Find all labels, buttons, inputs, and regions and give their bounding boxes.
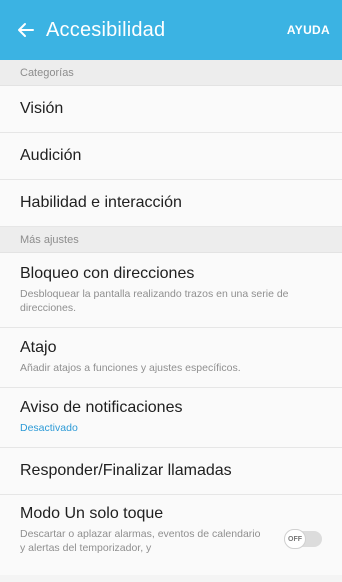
toggle-switch[interactable]: OFF <box>284 529 322 549</box>
setting-label: Bloqueo con direcciones <box>20 264 195 282</box>
page-title: Accesibilidad <box>46 18 166 41</box>
setting-item-modo[interactable]: Modo Un solo toque Descartar o aplazar a… <box>0 495 342 575</box>
section-header-categorias: Categorías <box>0 60 342 86</box>
setting-label: Audición <box>20 147 82 164</box>
toggle-knob: OFF <box>284 529 306 549</box>
setting-description: Desbloquear la pantalla realizando trazo… <box>20 287 289 314</box>
setting-label: Responder/Finalizar llamadas <box>20 462 232 479</box>
setting-item-vision[interactable]: Visión <box>0 86 342 133</box>
setting-label: Aviso de notificaciones <box>20 399 183 417</box>
setting-description: Descartar o aplazar alarmas, eventos de … <box>20 528 261 555</box>
setting-label: Atajo <box>20 339 57 357</box>
arrow-left-icon <box>18 23 34 37</box>
setting-description: Añadir atajos a funciones y ajustes espe… <box>20 362 241 375</box>
setting-label: Visión <box>20 100 64 117</box>
setting-item-atajo[interactable]: Atajo Añadir atajos a funciones y ajuste… <box>0 328 342 388</box>
setting-item-audicion[interactable]: Audición <box>0 133 342 180</box>
setting-label: Habilidad e interacción <box>20 194 182 211</box>
setting-item-habilidad[interactable]: Habilidad e interacción <box>0 180 342 227</box>
setting-status: Desactivado <box>20 422 78 435</box>
setting-item-bloqueo[interactable]: Bloqueo con direcciones Desbloquear la p… <box>0 253 342 328</box>
setting-label: Modo Un solo toque <box>20 505 164 522</box>
back-arrow-icon[interactable] <box>12 16 40 44</box>
section-header-mas-ajustes: Más ajustes <box>0 227 342 253</box>
setting-text: Modo Un solo toque Descartar o aplazar a… <box>20 495 284 555</box>
setting-item-responder[interactable]: Responder/Finalizar llamadas <box>0 448 342 495</box>
help-button[interactable]: AYUDA <box>287 23 330 37</box>
setting-item-aviso[interactable]: Aviso de notificaciones Desactivado <box>0 388 342 448</box>
app-bar: Accesibilidad AYUDA <box>0 0 342 60</box>
